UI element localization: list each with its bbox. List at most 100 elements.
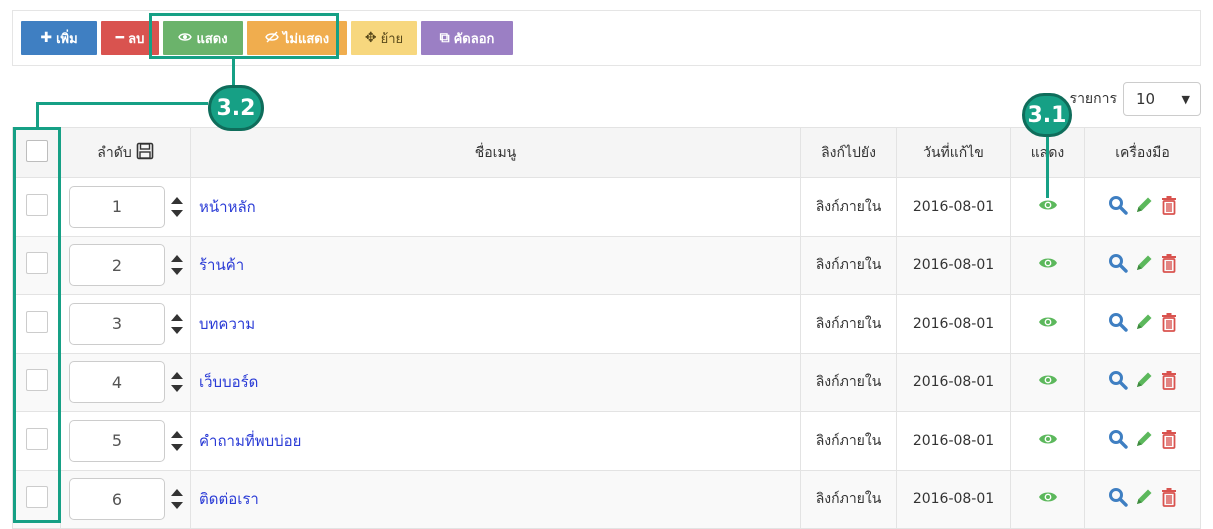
order-input[interactable]: 3	[69, 302, 165, 345]
name-cell: หน้าหลัก	[190, 177, 801, 237]
move-up-icon[interactable]	[171, 313, 183, 321]
order-spinner[interactable]	[171, 430, 183, 451]
trash-icon[interactable]	[1160, 429, 1178, 453]
show-button[interactable]: แสดง	[163, 21, 243, 55]
per-page-select[interactable]: 10 ▼	[1123, 82, 1201, 116]
delete-button-label: ลบ	[128, 31, 145, 47]
search-icon[interactable]	[1108, 195, 1128, 219]
pencil-icon[interactable]	[1134, 429, 1154, 453]
eye-icon[interactable]	[1038, 198, 1058, 216]
order-spinner[interactable]	[171, 372, 183, 393]
move-up-icon[interactable]	[171, 255, 183, 263]
move-up-icon[interactable]	[171, 430, 183, 438]
pencil-icon[interactable]	[1134, 312, 1154, 336]
header-tools: เครื่องมือ	[1084, 127, 1201, 178]
link-type: ลิงก์ภายใน	[815, 374, 882, 391]
move-down-icon[interactable]	[171, 502, 183, 510]
move-button[interactable]: ✥ ย้าย	[351, 21, 417, 55]
order-input[interactable]: 4	[69, 361, 165, 404]
move-down-icon[interactable]	[171, 443, 183, 451]
copy-button-label: คัดลอก	[453, 31, 495, 47]
select-all-checkbox[interactable]	[25, 139, 48, 162]
name-cell: เว็บบอร์ด	[190, 352, 801, 412]
row-checkbox[interactable]	[25, 252, 48, 275]
eye-icon[interactable]	[1038, 490, 1058, 508]
order-input[interactable]: 2	[69, 244, 165, 287]
menu-name-link[interactable]: บทความ	[191, 315, 255, 333]
copy-button[interactable]: ⧉ คัดลอก	[421, 21, 513, 55]
add-button[interactable]: ✚ เพิ่ม	[21, 21, 97, 55]
move-up-icon[interactable]	[171, 372, 183, 380]
menu-name-link[interactable]: เว็บบอร์ด	[191, 373, 258, 391]
order-value: 1	[111, 197, 123, 217]
move-down-icon[interactable]	[171, 385, 183, 393]
order-spinner[interactable]	[171, 196, 183, 217]
move-icon: ✥	[364, 30, 377, 46]
search-icon[interactable]	[1108, 312, 1128, 336]
pencil-icon[interactable]	[1134, 195, 1154, 219]
menu-name-link[interactable]: หน้าหลัก	[191, 198, 256, 216]
order-input[interactable]: 6	[69, 478, 165, 521]
order-value: 2	[111, 255, 123, 275]
search-icon[interactable]	[1108, 429, 1128, 453]
eye-icon[interactable]	[1038, 432, 1058, 450]
search-icon[interactable]	[1108, 253, 1128, 277]
order-input[interactable]: 5	[69, 419, 165, 462]
move-button-label: ย้าย	[380, 31, 404, 47]
move-down-icon[interactable]	[171, 326, 183, 334]
order-spinner[interactable]	[171, 313, 183, 334]
table-row: 2 ร้านค้า ลิงก์ภายใน 2016-08-01	[12, 235, 1201, 295]
callout-connector	[36, 102, 39, 128]
pencil-icon[interactable]	[1134, 370, 1154, 394]
row-select-cell	[12, 177, 61, 237]
order-spinner[interactable]	[171, 489, 183, 510]
pencil-icon[interactable]	[1134, 253, 1154, 277]
add-button-label: เพิ่ม	[56, 31, 78, 47]
eye-icon[interactable]	[1038, 256, 1058, 274]
row-checkbox[interactable]	[25, 427, 48, 450]
menu-name-link[interactable]: ร้านค้า	[191, 256, 244, 274]
move-down-icon[interactable]	[171, 209, 183, 217]
row-checkbox[interactable]	[25, 310, 48, 333]
order-spinner[interactable]	[171, 255, 183, 276]
hide-button[interactable]: ไม่แสดง	[247, 21, 347, 55]
move-down-icon[interactable]	[171, 268, 183, 276]
save-icon[interactable]	[136, 142, 154, 164]
pencil-icon[interactable]	[1134, 487, 1154, 511]
row-checkbox[interactable]	[25, 486, 48, 509]
delete-button[interactable]: ━ ลบ	[101, 21, 159, 55]
search-icon[interactable]	[1108, 370, 1128, 394]
table-row: 1 หน้าหลัก ลิงก์ภายใน 2016-08-01	[12, 177, 1201, 237]
row-checkbox[interactable]	[25, 193, 48, 216]
eye-icon[interactable]	[1038, 315, 1058, 333]
row-select-cell	[12, 411, 61, 471]
header-select-all[interactable]	[12, 127, 61, 178]
menu-name-link[interactable]: คำถามที่พบบ่อย	[191, 432, 301, 450]
link-cell: ลิงก์ภายใน	[800, 352, 897, 412]
callout-connector	[36, 102, 208, 105]
menu-name-link[interactable]: ติดต่อเรา	[191, 490, 259, 508]
trash-icon[interactable]	[1160, 253, 1178, 277]
link-cell: ลิงก์ภายใน	[800, 411, 897, 471]
per-page-label: รายการ	[1069, 91, 1117, 107]
row-checkbox[interactable]	[25, 369, 48, 392]
date-cell: 2016-08-01	[896, 235, 1011, 295]
order-input[interactable]: 1	[69, 185, 165, 228]
eye-icon[interactable]	[1038, 373, 1058, 391]
modified-date: 2016-08-01	[912, 432, 995, 449]
table-row: 5 คำถามที่พบบ่อย ลิงก์ภายใน 2016-08-01	[12, 411, 1201, 471]
row-select-cell	[12, 294, 61, 354]
trash-icon[interactable]	[1160, 487, 1178, 511]
move-up-icon[interactable]	[171, 196, 183, 204]
row-select-cell	[12, 469, 61, 529]
trash-icon[interactable]	[1160, 370, 1178, 394]
plus-icon: ✚	[40, 30, 53, 46]
trash-icon[interactable]	[1160, 195, 1178, 219]
show-cell	[1010, 469, 1085, 529]
search-icon[interactable]	[1108, 487, 1128, 511]
trash-icon[interactable]	[1160, 312, 1178, 336]
move-up-icon[interactable]	[171, 489, 183, 497]
show-cell	[1010, 411, 1085, 471]
link-type: ลิงก์ภายใน	[815, 198, 882, 215]
tools-cell	[1084, 469, 1201, 529]
